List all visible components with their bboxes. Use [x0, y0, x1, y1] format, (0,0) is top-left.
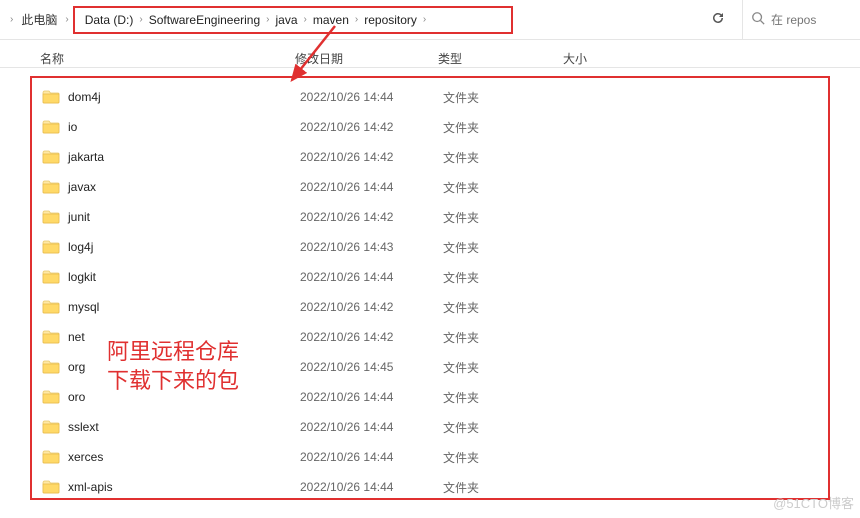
table-row[interactable]: javax2022/10/26 14:44文件夹 — [32, 172, 828, 202]
table-row[interactable]: mysql2022/10/26 14:42文件夹 — [32, 292, 828, 322]
chevron-right-icon: › — [421, 14, 428, 25]
file-date: 2022/10/26 14:42 — [300, 300, 443, 314]
table-row[interactable]: junit2022/10/26 14:42文件夹 — [32, 202, 828, 232]
table-row[interactable]: io2022/10/26 14:42文件夹 — [32, 112, 828, 142]
file-type: 文件夹 — [443, 149, 568, 166]
folder-icon — [42, 90, 60, 104]
chevron-right-icon: › — [137, 14, 144, 25]
file-date: 2022/10/26 14:44 — [300, 180, 443, 194]
folder-icon — [42, 480, 60, 494]
file-date: 2022/10/26 14:44 — [300, 480, 443, 494]
file-name: io — [68, 120, 300, 134]
folder-icon — [42, 390, 60, 404]
file-type: 文件夹 — [443, 419, 568, 436]
folder-icon — [42, 420, 60, 434]
table-row[interactable]: logkit2022/10/26 14:44文件夹 — [32, 262, 828, 292]
file-type: 文件夹 — [443, 239, 568, 256]
breadcrumb-item[interactable]: maven — [309, 13, 353, 27]
file-name: xerces — [68, 450, 300, 464]
folder-icon — [42, 120, 60, 134]
file-name: logkit — [68, 270, 300, 284]
folder-icon — [42, 300, 60, 314]
file-type: 文件夹 — [443, 299, 568, 316]
breadcrumb-item[interactable]: repository — [360, 13, 421, 27]
file-name: oro — [68, 390, 300, 404]
file-name: org — [68, 360, 300, 374]
file-list: dom4j2022/10/26 14:44文件夹io2022/10/26 14:… — [32, 78, 828, 502]
refresh-button[interactable] — [704, 4, 732, 35]
folder-icon — [42, 330, 60, 344]
file-date: 2022/10/26 14:44 — [300, 90, 443, 104]
breadcrumb-item[interactable]: java — [271, 13, 301, 27]
address-bar[interactable]: › 此电脑 › Data (D:)›SoftwareEngineering›ja… — [8, 5, 704, 35]
chevron-right-icon: › — [264, 14, 271, 25]
file-type: 文件夹 — [443, 359, 568, 376]
search-box[interactable] — [742, 0, 852, 39]
file-type: 文件夹 — [443, 119, 568, 136]
chevron-right-icon: › — [63, 14, 70, 25]
breadcrumb-item[interactable]: SoftwareEngineering — [145, 13, 264, 27]
file-name: jakarta — [68, 150, 300, 164]
table-row[interactable]: jakarta2022/10/26 14:42文件夹 — [32, 142, 828, 172]
column-header-name[interactable]: 名称 — [40, 50, 295, 67]
file-type: 文件夹 — [443, 389, 568, 406]
file-name: dom4j — [68, 90, 300, 104]
table-row[interactable]: dom4j2022/10/26 14:44文件夹 — [32, 82, 828, 112]
file-date: 2022/10/26 14:44 — [300, 450, 443, 464]
file-type: 文件夹 — [443, 89, 568, 106]
file-date: 2022/10/26 14:43 — [300, 240, 443, 254]
file-name: log4j — [68, 240, 300, 254]
file-type: 文件夹 — [443, 209, 568, 226]
file-date: 2022/10/26 14:42 — [300, 120, 443, 134]
breadcrumb: Data (D:)›SoftwareEngineering›java›maven… — [73, 6, 513, 34]
table-row[interactable]: sslext2022/10/26 14:44文件夹 — [32, 412, 828, 442]
column-header-type[interactable]: 类型 — [438, 50, 563, 67]
file-name: junit — [68, 210, 300, 224]
chevron-right-icon: › — [353, 14, 360, 25]
file-date: 2022/10/26 14:44 — [300, 270, 443, 284]
file-date: 2022/10/26 14:44 — [300, 420, 443, 434]
file-name: javax — [68, 180, 300, 194]
file-date: 2022/10/26 14:42 — [300, 330, 443, 344]
file-list-highlight: dom4j2022/10/26 14:44文件夹io2022/10/26 14:… — [30, 76, 830, 500]
file-type: 文件夹 — [443, 479, 568, 496]
column-header-size[interactable]: 大小 — [563, 50, 643, 67]
file-name: sslext — [68, 420, 300, 434]
file-name: net — [68, 330, 300, 344]
column-headers: 名称 修改日期 类型 大小 — [0, 40, 860, 68]
table-row[interactable]: xerces2022/10/26 14:44文件夹 — [32, 442, 828, 472]
file-type: 文件夹 — [443, 329, 568, 346]
file-date: 2022/10/26 14:44 — [300, 390, 443, 404]
file-date: 2022/10/26 14:45 — [300, 360, 443, 374]
chevron-right-icon: › — [302, 14, 309, 25]
toolbar: › 此电脑 › Data (D:)›SoftwareEngineering›ja… — [0, 0, 860, 40]
table-row[interactable]: net2022/10/26 14:42文件夹 — [32, 322, 828, 352]
file-type: 文件夹 — [443, 449, 568, 466]
folder-icon — [42, 360, 60, 374]
breadcrumb-item[interactable]: Data (D:) — [81, 13, 138, 27]
folder-icon — [42, 240, 60, 254]
folder-icon — [42, 450, 60, 464]
file-date: 2022/10/26 14:42 — [300, 150, 443, 164]
folder-icon — [42, 180, 60, 194]
table-row[interactable]: xml-apis2022/10/26 14:44文件夹 — [32, 472, 828, 502]
file-type: 文件夹 — [443, 269, 568, 286]
file-date: 2022/10/26 14:42 — [300, 210, 443, 224]
folder-icon — [42, 270, 60, 284]
breadcrumb-root[interactable]: 此电脑 — [15, 11, 63, 28]
file-name: xml-apis — [68, 480, 300, 494]
folder-icon — [42, 210, 60, 224]
search-icon — [751, 11, 765, 28]
table-row[interactable]: oro2022/10/26 14:44文件夹 — [32, 382, 828, 412]
chevron-right-icon: › — [8, 14, 15, 25]
file-type: 文件夹 — [443, 179, 568, 196]
table-row[interactable]: org2022/10/26 14:45文件夹 — [32, 352, 828, 382]
column-header-date[interactable]: 修改日期 — [295, 50, 438, 67]
folder-icon — [42, 150, 60, 164]
file-name: mysql — [68, 300, 300, 314]
search-input[interactable] — [771, 13, 841, 27]
table-row[interactable]: log4j2022/10/26 14:43文件夹 — [32, 232, 828, 262]
